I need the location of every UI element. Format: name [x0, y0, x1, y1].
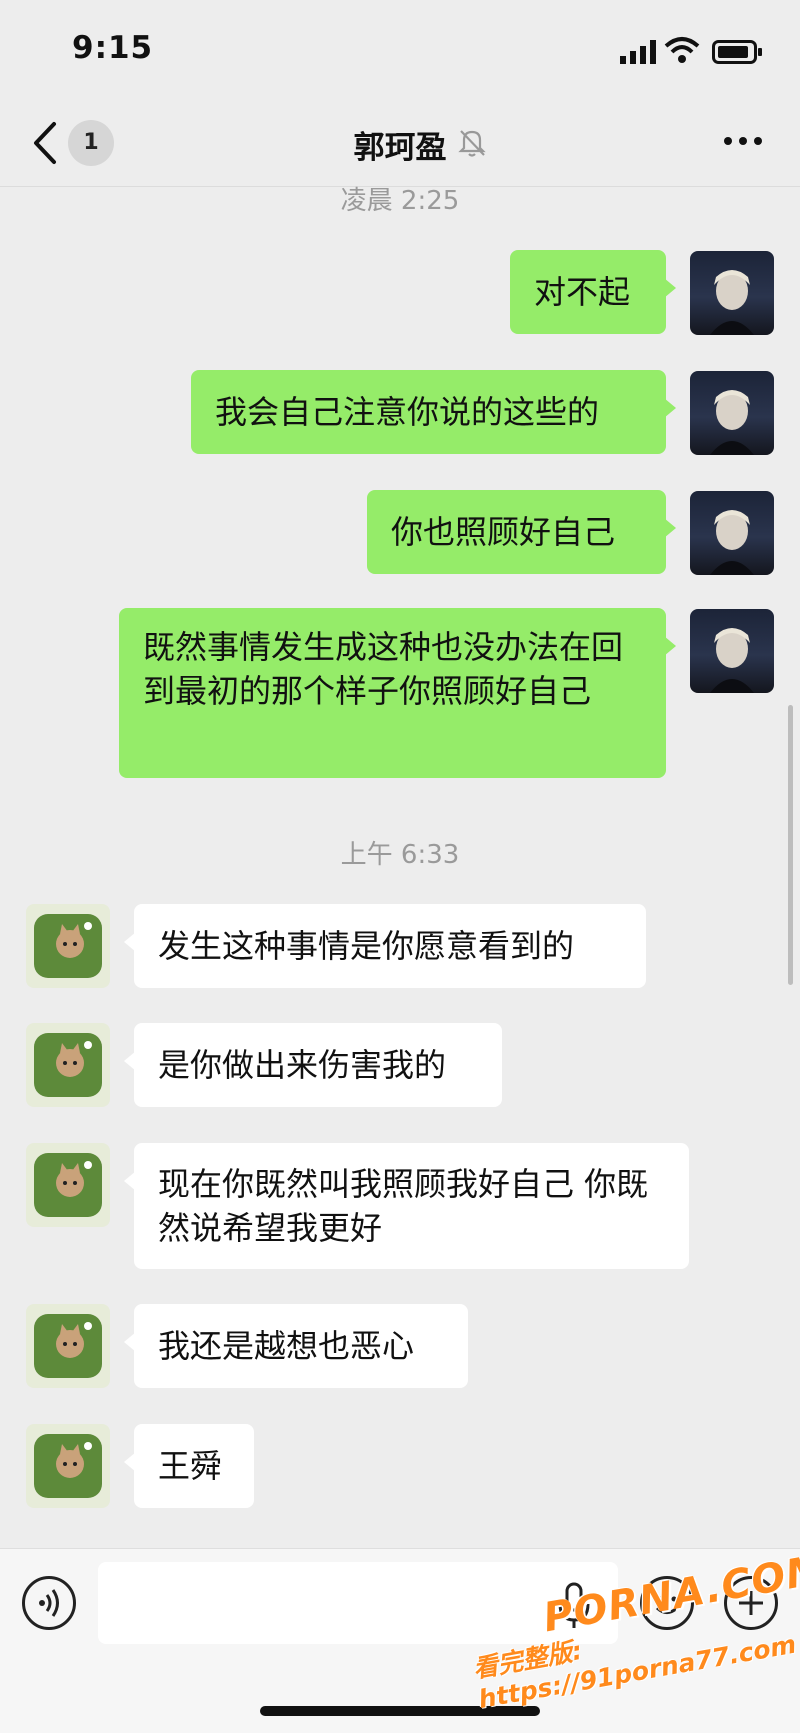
message-bubble-incoming[interactable]: 是你做出来伤害我的 [124, 1023, 502, 1107]
avatar[interactable] [690, 609, 774, 693]
voice-icon[interactable] [22, 1576, 76, 1630]
message-bubble-outgoing[interactable]: 你也照顾好自己 [367, 490, 676, 574]
message-bubble-incoming[interactable]: 发生这种事情是你愿意看到的 [124, 904, 646, 988]
mute-bell-icon [458, 130, 486, 157]
message-bubble-incoming[interactable]: 王舜 [124, 1424, 254, 1508]
scrollbar[interactable] [788, 705, 793, 985]
message-bubble-incoming[interactable]: 现在你既然叫我照顾我好自己 你既然说希望我更好 [124, 1143, 689, 1269]
avatar[interactable] [690, 371, 774, 455]
timestamp: 上午 6:33 [340, 840, 460, 870]
message-bubble-outgoing[interactable]: 对不起 [510, 250, 676, 334]
avatar[interactable] [690, 491, 774, 575]
message-input[interactable] [98, 1562, 618, 1644]
wifi-icon [664, 37, 700, 63]
battery-icon [712, 40, 762, 64]
status-time: 9:15 [72, 30, 154, 66]
message-bubble-incoming[interactable]: 我还是越想也恶心 [124, 1304, 468, 1388]
avatar[interactable] [26, 1424, 110, 1508]
avatar[interactable] [26, 1304, 110, 1388]
message-bubble-outgoing[interactable]: 我会自己注意你说的这些的 [191, 370, 676, 454]
more-dots-icon[interactable] [722, 126, 764, 156]
signal-icon [620, 40, 656, 64]
chat-title: 郭珂盈 [353, 130, 447, 166]
avatar[interactable] [690, 251, 774, 335]
message-bubble-outgoing[interactable]: 既然事情发生成这种也没办法在回到最初的那个样子你照顾好自己 [119, 608, 676, 778]
timestamp: 凌晨 2:25 [340, 186, 460, 216]
avatar[interactable] [26, 1023, 110, 1107]
avatar[interactable] [26, 904, 110, 988]
avatar[interactable] [26, 1143, 110, 1227]
